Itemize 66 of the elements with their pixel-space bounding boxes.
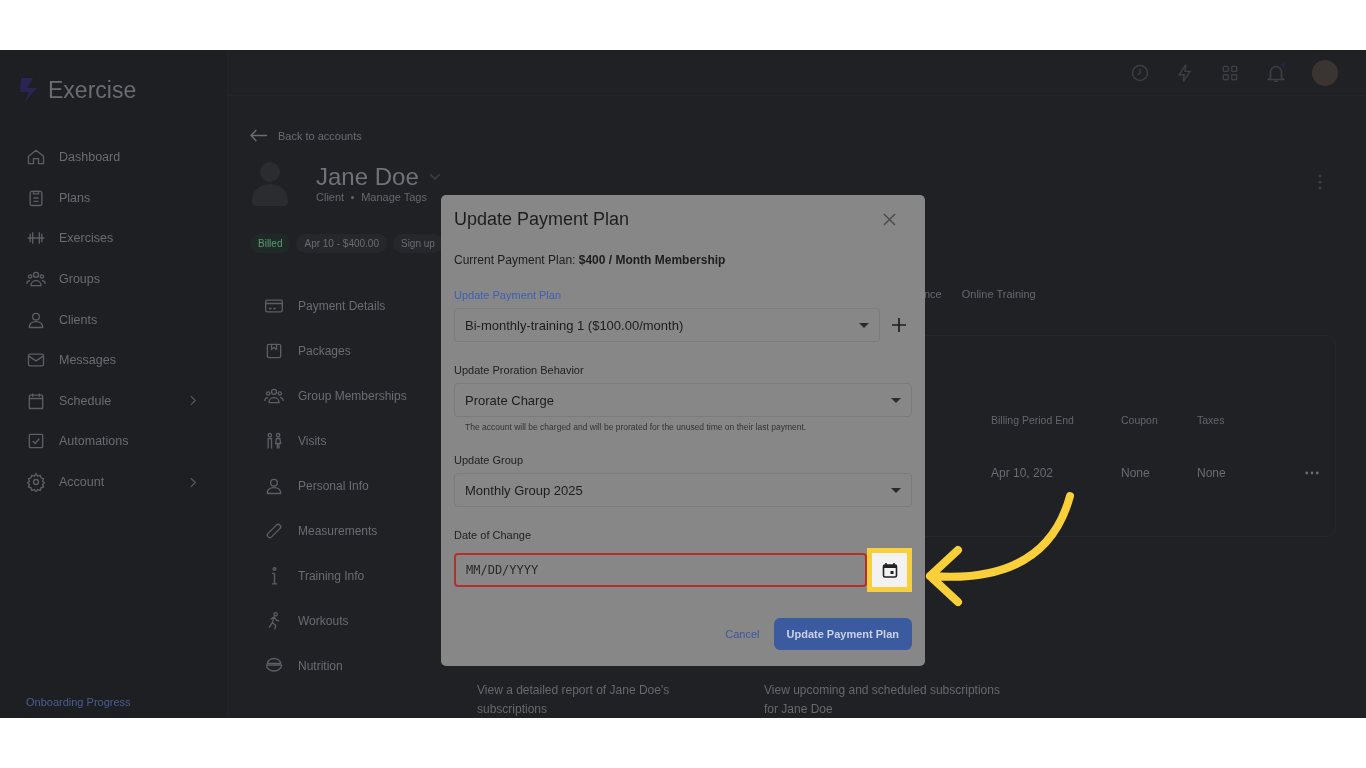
dropdown-field[interactable]: Bi-monthly-training 1 ($100.00/month) <box>454 308 880 342</box>
cancel-button[interactable]: Cancel <box>725 628 760 640</box>
calendar-icon <box>881 562 898 578</box>
sidebar-item[interactable]: Exercises <box>0 218 227 259</box>
section-menu-item[interactable]: Training Info <box>250 553 440 598</box>
section-menu-item[interactable]: Payment Details <box>250 283 440 328</box>
caret-icon <box>891 487 901 493</box>
caret-icon <box>891 397 901 403</box>
close-icon[interactable] <box>883 213 896 226</box>
more-options-icon[interactable] <box>1305 471 1319 475</box>
card-description: View a detailed report of Jane Doe's subscriptions <box>477 682 671 718</box>
clock-icon[interactable] <box>1130 62 1150 83</box>
section-menu-item[interactable]: Group Memberships <box>250 373 440 418</box>
chevron-icon <box>190 395 197 407</box>
column-header: Billing Period End <box>991 414 1075 426</box>
help-text: The account will be charged and will be prorated for the unused time on their last payment. <box>465 422 808 432</box>
arrow-left-icon <box>250 129 268 142</box>
client-name: Jane Doe <box>316 163 419 191</box>
section-menu-item[interactable]: Measurements <box>250 508 440 553</box>
tab[interactable]: Online Training <box>961 288 1036 300</box>
field-label: Update Group <box>454 454 525 466</box>
sidebar-item[interactable]: Dashboard <box>0 137 227 178</box>
client-role: Client <box>316 191 345 203</box>
add-icon[interactable] <box>892 318 906 332</box>
column-header: Coupon <box>1121 414 1159 426</box>
sidebar-item[interactable]: Automations <box>0 421 227 462</box>
chevron-icon <box>190 476 197 488</box>
caret-icon <box>859 322 869 328</box>
table-cell-text: None <box>1121 466 1151 480</box>
sidebar-item[interactable]: Clients <box>0 299 227 340</box>
status-chip: Apr 10 - $400.00 <box>296 234 387 253</box>
status-chip: Billed <box>250 234 291 253</box>
app-logo-text: Exercise <box>48 76 137 104</box>
field-label: Update Payment Plan <box>454 289 562 301</box>
section-icon <box>270 565 278 586</box>
sidebar-item[interactable]: Groups <box>0 258 227 300</box>
onboarding-progress-link[interactable]: Onboarding Progress <box>26 696 131 708</box>
dropdown-field[interactable]: Prorate Charge <box>454 383 912 417</box>
field-label: Update Proration Behavior <box>454 364 585 376</box>
current-plan-text: Current Payment Plan: $400 / Month Membership <box>454 253 727 267</box>
table-cell-text: None <box>1197 466 1227 480</box>
dialog-title: Update Payment Plan <box>454 209 630 230</box>
section-menu-item[interactable]: Nutrition <box>250 643 440 688</box>
user-avatar[interactable] <box>1312 59 1338 86</box>
column-header: Taxes <box>1197 414 1226 426</box>
sidebar-item[interactable]: Plans <box>0 177 227 219</box>
manage-tags-link[interactable]: Manage Tags <box>361 191 427 203</box>
sidebar-item[interactable]: Account <box>0 461 227 503</box>
chevron-down-icon[interactable] <box>428 173 441 181</box>
back-to-accounts-link[interactable]: Back to accounts <box>250 129 362 142</box>
status-chip: Sign up <box>392 234 443 253</box>
section-menu-item[interactable]: Packages <box>250 328 440 373</box>
update-payment-plan-button[interactable]: Update Payment Plan <box>773 618 912 650</box>
sidebar-item[interactable]: Messages <box>0 339 227 381</box>
bell-icon[interactable] <box>1265 61 1287 84</box>
card-description: View upcoming and scheduled subscriptions for Jane Doe <box>764 682 1001 718</box>
tab[interactable]: nce <box>924 288 942 300</box>
section-menu-item[interactable]: Personal Info <box>250 463 440 508</box>
dropdown-field[interactable]: Monthly Group 2025 <box>454 473 912 507</box>
field-label: Date of Change <box>454 529 533 541</box>
table-cell-text: Apr 10, 202 <box>991 466 1055 480</box>
section-menu-item[interactable]: Workouts <box>250 598 440 643</box>
nav-icon <box>26 472 46 493</box>
section-menu-item[interactable]: Visits <box>250 418 440 463</box>
date-input-field[interactable]: MM/DD/YYYY <box>454 553 867 587</box>
sidebar-item[interactable]: Schedule <box>0 380 227 422</box>
